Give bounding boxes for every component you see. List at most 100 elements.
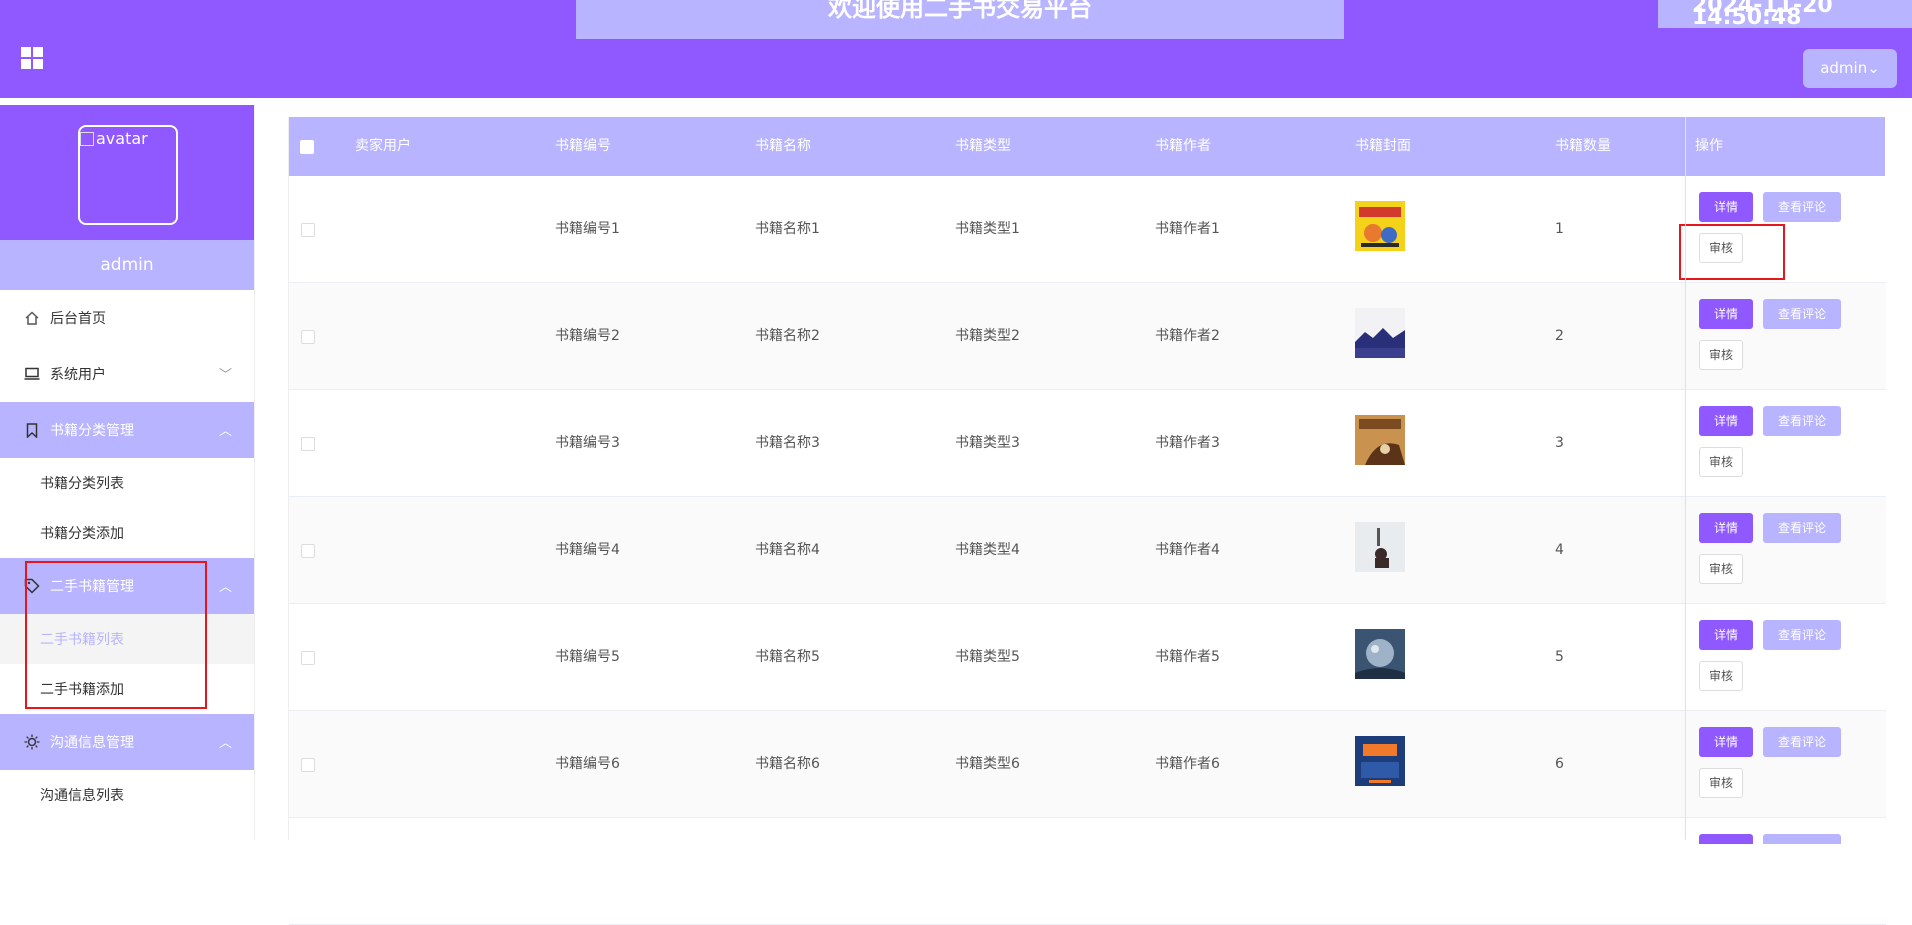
column-header: 书籍数量 <box>1555 138 1611 154</box>
row-checkbox[interactable] <box>301 651 315 665</box>
cell-code: 书籍编号3 <box>555 435 620 451</box>
table-row: 书籍编号5 书籍名称5 书籍类型5 书籍作者5 5 详情 查看评论 审核 <box>289 604 1886 711</box>
view-reviews-button-partial[interactable] <box>1763 834 1841 844</box>
audit-button[interactable]: 审核 <box>1699 554 1743 584</box>
sidebar-item-used-books[interactable]: 二手书籍管理 ︿ <box>0 558 254 614</box>
submenu-used-book-add[interactable]: 二手书籍添加 <box>0 664 254 714</box>
top-header: 欢迎使用二手书交易平台 2024-11-20 14:50:48 admin⌄ <box>0 0 1912 98</box>
column-header: 书籍作者 <box>1155 138 1211 154</box>
row-checkbox[interactable] <box>301 223 315 237</box>
view-reviews-button[interactable]: 查看评论 <box>1763 406 1841 436</box>
submenu-used-book-list[interactable]: 二手书籍列表 <box>0 614 254 664</box>
user-menu-button[interactable]: admin⌄ <box>1803 49 1897 88</box>
cell-code: 书籍编号2 <box>555 328 620 344</box>
view-reviews-button[interactable]: 查看评论 <box>1763 299 1841 329</box>
cell-code: 书籍编号4 <box>555 542 620 558</box>
detail-button[interactable]: 详情 <box>1699 406 1753 436</box>
sidebar-item-label: 沟通信息管理 <box>50 735 134 751</box>
sidebar-item-label: 后台首页 <box>50 311 106 327</box>
cell-type: 书籍类型6 <box>955 756 1020 772</box>
avatar-area: avatar <box>0 105 254 240</box>
broken-image-icon <box>80 132 94 146</box>
cell-author: 书籍作者3 <box>1155 435 1220 451</box>
fixed-column-divider <box>1685 117 1686 840</box>
row-checkbox[interactable] <box>301 437 315 451</box>
sidebar-item-label: 二手书籍管理 <box>50 579 134 595</box>
book-cover-image[interactable] <box>1355 415 1405 465</box>
cell-author: 书籍作者2 <box>1155 328 1220 344</box>
cell-name: 书籍名称2 <box>755 328 820 344</box>
column-header: 书籍封面 <box>1355 138 1411 154</box>
site-title: 欢迎使用二手书交易平台 <box>828 0 1092 22</box>
view-reviews-button[interactable]: 查看评论 <box>1763 192 1841 222</box>
detail-button[interactable]: 详情 <box>1699 513 1753 543</box>
audit-button[interactable]: 审核 <box>1699 768 1743 798</box>
cell-quantity: 2 <box>1555 328 1564 344</box>
sidebar-item-system-users[interactable]: 系统用户 ﹀ <box>0 346 254 402</box>
sidebar-item-dashboard[interactable]: 后台首页 <box>0 290 254 346</box>
cell-code: 书籍编号6 <box>555 756 620 772</box>
submenu-category-add[interactable]: 书籍分类添加 <box>0 508 254 558</box>
detail-button[interactable]: 详情 <box>1699 299 1753 329</box>
table-header: 卖家用户 书籍编号 书籍名称 书籍类型 书籍作者 书籍封面 书籍数量 操作 <box>289 117 1885 176</box>
table-row: 书籍编号6 书籍名称6 书籍类型6 书籍作者6 6 详情 查看评论 审核 <box>289 711 1886 818</box>
row-checkbox[interactable] <box>301 330 315 344</box>
tag-icon <box>24 578 40 594</box>
cell-type: 书籍类型1 <box>955 221 1020 237</box>
cell-type: 书籍类型5 <box>955 649 1020 665</box>
chevron-down-icon: ﹀ <box>218 368 232 383</box>
row-checkbox[interactable] <box>301 758 315 772</box>
avatar: avatar <box>78 125 178 225</box>
cell-code: 书籍编号5 <box>555 649 620 665</box>
audit-button[interactable]: 审核 <box>1699 661 1743 691</box>
book-cover-image[interactable] <box>1355 522 1405 572</box>
column-header: 卖家用户 <box>355 138 411 154</box>
audit-button[interactable]: 审核 <box>1699 447 1743 477</box>
bookmark-icon <box>24 422 40 438</box>
book-table: 卖家用户 书籍编号 书籍名称 书籍类型 书籍作者 书籍封面 书籍数量 操作 书籍… <box>288 117 1886 925</box>
audit-button[interactable]: 审核 <box>1699 233 1743 263</box>
detail-button[interactable]: 详情 <box>1699 620 1753 650</box>
cell-quantity: 4 <box>1555 542 1564 558</box>
view-reviews-button[interactable]: 查看评论 <box>1763 620 1841 650</box>
chevron-up-icon: ︿ <box>218 424 232 439</box>
submenu-category-list[interactable]: 书籍分类列表 <box>0 458 254 508</box>
menu-grid-icon[interactable] <box>21 47 43 69</box>
cell-name: 书籍名称4 <box>755 542 820 558</box>
cell-code: 书籍编号1 <box>555 221 620 237</box>
sidebar-item-label: 书籍分类管理 <box>50 423 134 439</box>
submenu-communication-list[interactable]: 沟通信息列表 <box>0 770 254 820</box>
detail-button[interactable]: 详情 <box>1699 727 1753 757</box>
view-reviews-button[interactable]: 查看评论 <box>1763 727 1841 757</box>
cell-quantity: 5 <box>1555 649 1564 665</box>
sidebar-item-book-category[interactable]: 书籍分类管理 ︿ <box>0 402 254 458</box>
cell-name: 书籍名称3 <box>755 435 820 451</box>
detail-button-partial[interactable] <box>1699 834 1753 844</box>
cell-author: 书籍作者1 <box>1155 221 1220 237</box>
sidebar-item-communication[interactable]: 沟通信息管理 ︿ <box>0 714 254 770</box>
table-row-partial <box>289 818 1886 925</box>
row-checkbox[interactable] <box>301 544 315 558</box>
avatar-alt-text: avatar <box>96 129 148 148</box>
cell-name: 书籍名称1 <box>755 221 820 237</box>
cell-quantity: 3 <box>1555 435 1564 451</box>
book-cover-image[interactable] <box>1355 308 1405 358</box>
cell-author: 书籍作者5 <box>1155 649 1220 665</box>
site-title-banner: 欢迎使用二手书交易平台 <box>576 0 1344 39</box>
select-all-checkbox[interactable] <box>300 140 314 154</box>
book-cover-image[interactable] <box>1355 201 1405 251</box>
book-cover-image[interactable] <box>1355 629 1405 679</box>
view-reviews-button[interactable]: 查看评论 <box>1763 513 1841 543</box>
book-cover-image[interactable] <box>1355 736 1405 786</box>
sun-icon <box>24 734 40 750</box>
cell-name: 书籍名称6 <box>755 756 820 772</box>
audit-button[interactable]: 审核 <box>1699 340 1743 370</box>
cell-type: 书籍类型2 <box>955 328 1020 344</box>
cell-type: 书籍类型3 <box>955 435 1020 451</box>
home-icon <box>24 310 40 326</box>
cell-author: 书籍作者6 <box>1155 756 1220 772</box>
cell-name: 书籍名称5 <box>755 649 820 665</box>
detail-button[interactable]: 详情 <box>1699 192 1753 222</box>
table-row: 书籍编号3 书籍名称3 书籍类型3 书籍作者3 3 详情 查看评论 审核 <box>289 390 1886 497</box>
sidebar-username: admin <box>0 240 254 290</box>
